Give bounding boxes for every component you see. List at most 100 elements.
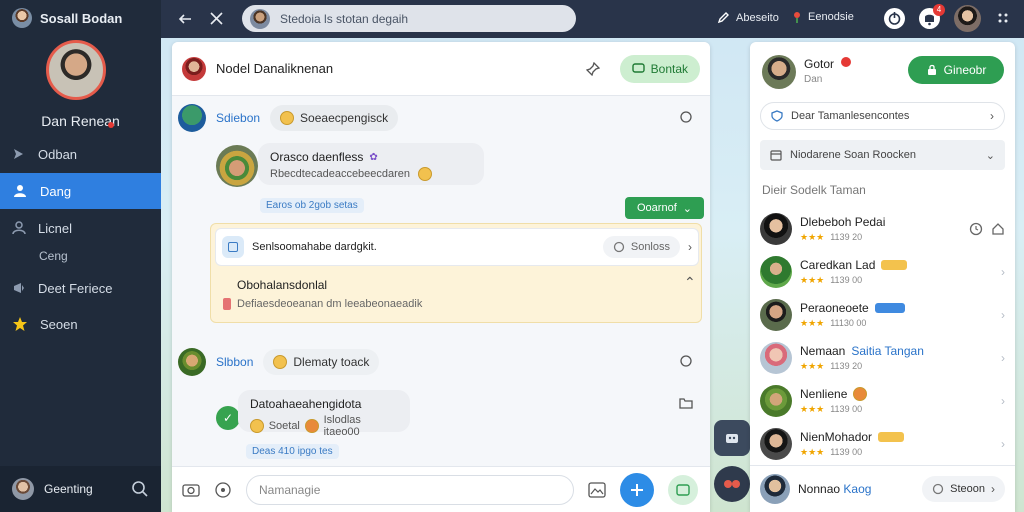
post-1-chip[interactable]: Soeaecpengisck — [270, 105, 399, 131]
smiley-icon — [418, 167, 433, 181]
friend-avatar — [760, 384, 792, 417]
action-button[interactable]: Ooarnof ⌄ — [625, 197, 704, 219]
post-2-header: Slbbon Dlematy toack — [178, 348, 380, 376]
friend-row[interactable]: Nemaan Saitia Tangan ★★★ 1139 20 › — [760, 336, 1005, 379]
friend-avatar — [760, 341, 792, 374]
friend-avatar[interactable] — [760, 474, 790, 504]
composer-text[interactable]: Senlsoomahabe dardgkit. — [252, 241, 595, 253]
search-bar[interactable]: Stedoia ls stotan degaih — [242, 5, 576, 32]
floating-mask-button[interactable] — [714, 466, 750, 502]
search-input[interactable]: Stedoia ls stotan degaih — [280, 12, 408, 26]
nav-item-dang[interactable]: Dang — [0, 173, 161, 209]
profile-avatar[interactable] — [46, 40, 106, 100]
friend-row[interactable]: Nenliene ★★★ 1139 00 › — [760, 379, 1005, 422]
post-1-avatar[interactable] — [178, 104, 206, 132]
footer-button[interactable]: Steoon › — [922, 476, 1005, 502]
post-1-header: Sdiebon Soeaecpengisck — [178, 104, 399, 132]
camera-icon[interactable] — [182, 482, 200, 498]
flower-badge-icon: ✿ — [369, 151, 378, 163]
post-1-author[interactable]: Sdiebon — [216, 111, 260, 125]
post-2-time: Deas 410 ipgo tes — [246, 444, 339, 459]
image-icon[interactable] — [588, 481, 606, 498]
contact-button-label: Bontak — [650, 61, 688, 76]
send-chip-label: Sonloss — [630, 241, 670, 253]
user-avatar[interactable] — [954, 5, 981, 32]
chevron-right-icon: › — [1001, 307, 1005, 322]
notification-badge: 4 — [933, 4, 945, 16]
nav-item-seoen[interactable]: Seoen — [0, 306, 161, 342]
footer-avatar[interactable] — [12, 478, 34, 500]
dropdown-2[interactable]: Niodarene Soan Roocken ⌄ — [760, 140, 1005, 170]
topbar-link-1[interactable]: Abeseito — [717, 11, 779, 24]
right-panel: Gotor Dan Gineobr Dear Tamanlesencontes … — [750, 42, 1015, 512]
floating-robot-button[interactable] — [714, 420, 750, 456]
user-icon — [12, 221, 26, 235]
chevron-right-icon[interactable]: › — [688, 240, 692, 254]
app-brand[interactable]: Sosall Bodan — [12, 8, 122, 28]
current-user-avatar[interactable] — [762, 55, 796, 89]
rating-stars: ★★★ — [800, 317, 825, 328]
chevron-up-icon[interactable]: ⌃ — [684, 274, 696, 291]
post-2-avatar[interactable] — [178, 348, 206, 376]
topbar-link-2[interactable]: Eenodsie — [792, 11, 854, 23]
contact-button[interactable]: Bontak — [619, 54, 700, 83]
search-icon[interactable] — [131, 480, 149, 498]
folder-icon[interactable] — [679, 396, 693, 410]
friend-row[interactable]: Peraoneoete ★★★ 11130 00 › — [760, 293, 1005, 336]
friend-row[interactable]: Caredkan Lad ★★★ 1139 00 › — [760, 250, 1005, 293]
friend-avatar — [760, 212, 792, 245]
chat-header: Nodel Danaliknenan Bontak — [172, 42, 710, 96]
message-input-placeholder: Namanagie — [259, 482, 321, 497]
nav-item-odban[interactable]: Odban — [0, 136, 161, 172]
rating-stars: ★★★ — [800, 274, 825, 285]
reaction-2-label: Islodlas itaeo00 — [323, 414, 361, 438]
nav-item-deet-feriece[interactable]: Deet Feriece — [0, 270, 161, 306]
post-2-chip[interactable]: Dlematy toack — [263, 349, 380, 375]
close-icon[interactable] — [210, 12, 223, 25]
attach-icon — [932, 483, 944, 495]
send-button[interactable] — [620, 472, 654, 507]
dropdown-2-label: Niodarene Soan Roocken — [790, 149, 916, 161]
power-button[interactable] — [884, 8, 905, 29]
sidebar-footer: Geenting — [0, 466, 161, 512]
chat-title: Nodel Danaliknenan — [216, 61, 334, 76]
home-icon[interactable] — [991, 222, 1005, 236]
reply-avatar[interactable] — [216, 145, 258, 187]
post-2-author[interactable]: Slbbon — [216, 355, 253, 369]
chevron-right-icon: › — [1001, 393, 1005, 408]
laugh-icon — [304, 419, 319, 433]
emoji-icon[interactable] — [214, 481, 232, 499]
reply-icon[interactable] — [679, 110, 693, 124]
friend-row[interactable]: Dlebeboh Pedai ★★★ 1139 20 — [760, 207, 1005, 250]
reply-author: Orasco daenfless — [270, 150, 364, 164]
topbar-link-1-label: Abeseito — [736, 11, 779, 24]
composer-row[interactable]: Senlsoomahabe dardgkit. Sonloss › — [215, 228, 699, 266]
search-avatar — [250, 8, 270, 29]
nav-label: Dang — [40, 183, 72, 199]
clock-icon[interactable] — [969, 222, 983, 236]
friend-name: NienMohador — [800, 429, 873, 444]
dropdown-1[interactable]: Dear Tamanlesencontes › — [760, 102, 1005, 130]
reply-icon[interactable] — [679, 354, 693, 368]
rating-stars: ★★★ — [800, 446, 825, 457]
friend-tag — [878, 431, 905, 442]
grid-menu-icon[interactable] — [997, 12, 1009, 24]
send-chip[interactable]: Sonloss — [602, 236, 680, 258]
notice-title: Obohalansdonlal — [237, 278, 328, 292]
friend-avatar — [760, 298, 792, 331]
smiley-icon — [273, 355, 288, 369]
primary-action-button[interactable]: Gineobr — [908, 56, 1004, 84]
pen-icon — [717, 12, 729, 24]
check-icon: ✓ — [216, 406, 240, 430]
rating-stars: ★★★ — [800, 360, 825, 371]
gallery-button[interactable] — [668, 474, 698, 505]
nav-item-ceng[interactable]: Ceng — [0, 238, 161, 274]
back-arrow-icon[interactable] — [178, 12, 192, 26]
notice-body: Defiaesdeoeanan dm leeabeonaeadik — [223, 298, 422, 310]
friend-avatar — [760, 255, 792, 288]
message-input[interactable]: Namanagie — [246, 474, 574, 505]
pin-icon[interactable] — [585, 61, 600, 76]
topbar-link-2-label: Eenodsie — [808, 11, 854, 23]
friend-row[interactable]: NienMohador ★★★ 1139 00 › — [760, 422, 1005, 465]
friend-tag — [881, 259, 908, 270]
